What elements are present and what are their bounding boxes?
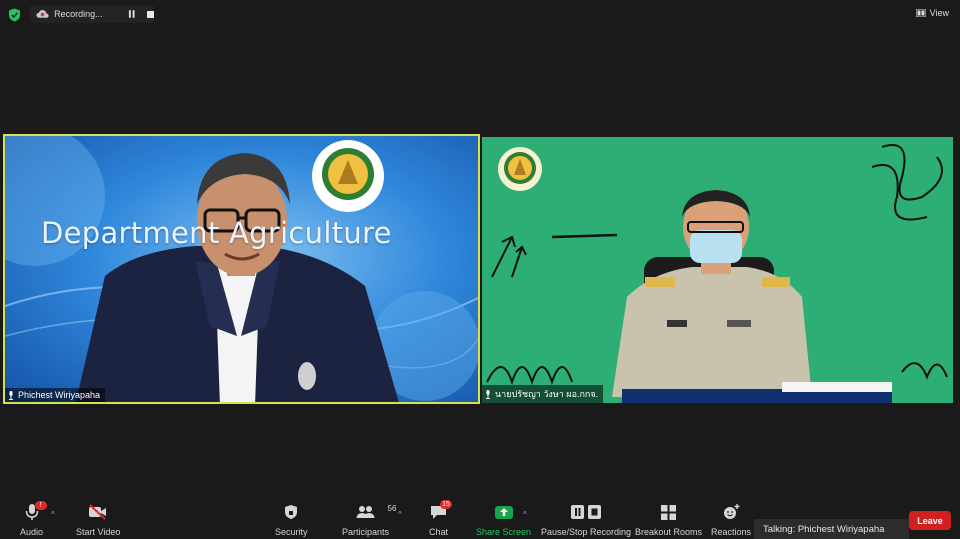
pause-stop-recording-button[interactable]: Pause/Stop Recording [541,502,631,537]
participant-name-tag: Phichest Wiriyapaha [5,388,106,402]
audio-button[interactable]: ! Audio [20,501,47,537]
reactions-label: Reactions [711,527,752,537]
participants-button[interactable]: 56 Participants [342,502,396,537]
leave-button[interactable]: Leave [909,511,951,530]
grid-view-icon [915,9,926,17]
pause-stop-icon [571,505,602,519]
audio-options-caret-icon[interactable]: ^ [51,510,55,519]
shield-check-icon[interactable] [8,8,21,22]
security-label: Security [275,527,308,537]
share-options-caret-icon[interactable]: ^ [523,510,527,519]
participant-name: นายปรัชญา วังษา ผอ.กกจ. [495,389,599,399]
participants-label: Participants [342,527,390,537]
participants-options-caret-icon[interactable]: ^ [398,510,402,519]
microphone-icon [9,390,13,400]
audio-label: Audio [20,527,44,537]
chat-label: Chat [429,527,449,537]
participant-name-tag: นายปรัชญา วังษา ผอ.กกจ. [482,385,604,403]
breakout-rooms-icon [661,504,677,520]
video-tile-participant[interactable]: นายปรัชญา วังษา ผอ.กกจ. [482,137,953,403]
video-feed-2 [482,137,953,403]
participants-count: 56 [387,504,397,513]
share-screen-label: Share Screen [476,527,532,537]
security-button[interactable]: Security [275,502,308,537]
chat-button[interactable]: 15 Chat [429,500,452,537]
video-feed-1 [5,136,478,402]
breakout-rooms-button[interactable]: Breakout Rooms [635,502,702,537]
breakout-rooms-label: Breakout Rooms [635,527,703,537]
pause-icon[interactable] [128,10,135,18]
cloud-icon [36,10,49,18]
talking-indicator: Talking: Phichest Wiriyapaha [754,519,909,539]
video-off-icon [89,504,107,520]
reactions-button[interactable]: Reactions [711,502,751,537]
backdrop-text: Department Agriculture [41,216,392,250]
pause-stop-recording-label: Pause/Stop Recording [541,527,632,537]
shield-icon [285,505,298,519]
view-label: View [929,8,949,18]
participant-name: Phichest Wiriyapaha [18,390,101,400]
recording-label: Recording... [54,9,103,19]
start-video-label: Start Video [76,527,121,537]
share-screen-button[interactable]: Share Screen [476,502,531,537]
chat-unread-badge: 15 [440,500,452,509]
microphone-icon [486,389,490,399]
participants-icon [356,506,375,518]
recording-indicator: Recording... [30,5,154,23]
view-button[interactable]: View [915,8,949,18]
smiley-plus-icon [723,504,740,519]
share-screen-icon [494,505,513,519]
video-tile-active-speaker[interactable]: Department Agriculture Phichest Wiriyapa… [3,134,480,404]
stop-icon[interactable] [147,10,154,18]
start-video-button[interactable]: Start Video [76,502,120,537]
audio-alert-badge: ! [34,501,47,510]
